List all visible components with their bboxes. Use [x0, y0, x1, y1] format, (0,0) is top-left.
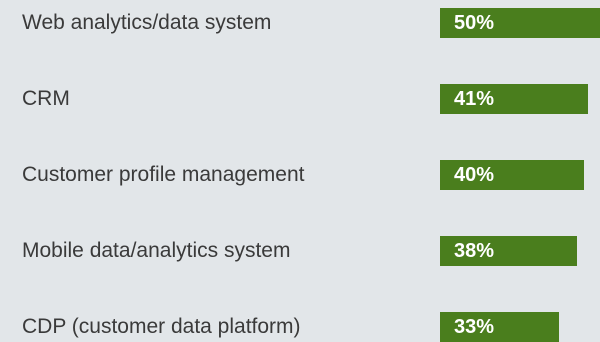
bar: 41%	[440, 84, 588, 114]
bar-value-label: 50%	[454, 12, 495, 34]
bar-value-label: 38%	[454, 240, 495, 262]
category-label: Mobile data/analytics system	[22, 239, 291, 262]
category-label: CRM	[22, 87, 70, 110]
bar: 38%	[440, 236, 577, 266]
category-label: CDP (customer data platform)	[22, 315, 301, 338]
bar-value-label: 33%	[454, 316, 495, 338]
bar-chart: Web analytics/data system 50% CRM 41% Custom…	[0, 0, 600, 342]
bar-value-label: 40%	[454, 164, 495, 186]
bar: 40%	[440, 160, 584, 190]
category-label: Customer profile management	[22, 163, 305, 186]
bar-value-label: 41%	[454, 88, 495, 110]
category-label: Web analytics/data system	[22, 11, 272, 34]
bar: 50%	[440, 8, 600, 38]
